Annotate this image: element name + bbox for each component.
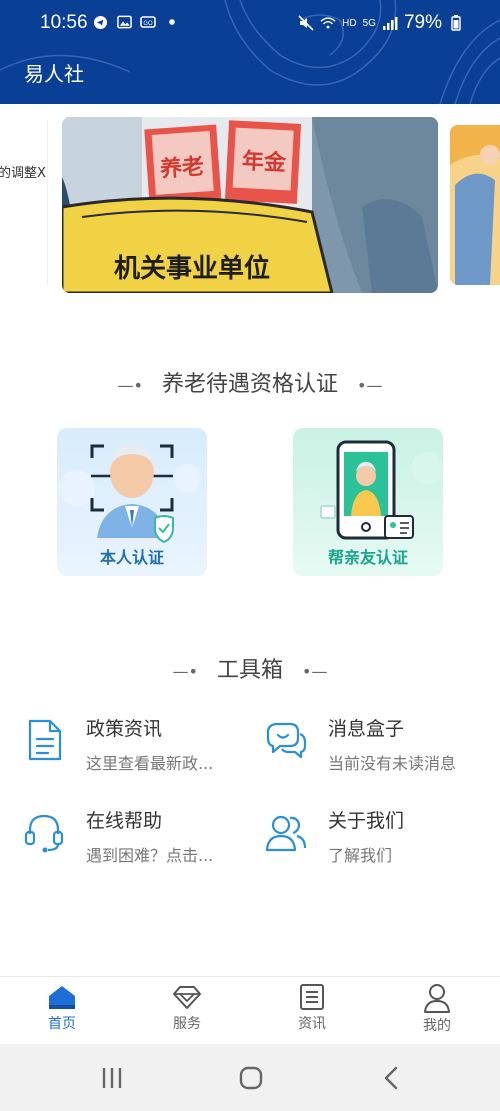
- banner-illustration: 养老 年金 机关事业单位: [62, 117, 438, 293]
- dot-icon: [164, 14, 180, 30]
- signal-type-label: 5G: [362, 17, 376, 29]
- nav-mine-label: 我的: [423, 1018, 451, 1034]
- svg-text:GO: GO: [143, 21, 153, 27]
- tool-message-box-title: 消息盒子: [328, 718, 405, 740]
- nav-item-home[interactable]: 首页: [22, 983, 102, 1043]
- nav-news-label: 资讯: [298, 1016, 326, 1032]
- tool-online-help[interactable]: 在线帮助 遇到困难？点击...: [22, 806, 252, 870]
- nav-home-label: 首页: [48, 1016, 76, 1032]
- battery-percent: 79%: [403, 12, 442, 33]
- banner-previous-slide[interactable]: 的调整X: [0, 120, 48, 286]
- banner-caption: 机关事业单位: [114, 253, 270, 284]
- banner-previous-text: 的调整X: [0, 166, 46, 181]
- banner-next-slide[interactable]: [450, 125, 500, 285]
- app-title: 易人社: [24, 62, 84, 86]
- tool-policy-news-title: 政策资讯: [86, 718, 163, 740]
- title-left-decoration: —•: [117, 375, 143, 395]
- diamond-icon: [173, 986, 201, 1009]
- list-icon: [300, 984, 324, 1010]
- toolbox-section-title: —• 工具箱 •—: [0, 652, 500, 684]
- certification-section-title: —• 养老待遇资格认证 •—: [0, 366, 500, 398]
- family-certification-card[interactable]: 帮亲友认证: [293, 428, 443, 576]
- network-type-label: HD: [342, 17, 357, 29]
- telegram-icon: [92, 14, 108, 30]
- battery-icon: [448, 15, 464, 31]
- nav-services-label: 服务: [173, 1016, 201, 1032]
- status-system-icons: HD 5G 79%: [298, 12, 464, 34]
- headset-icon: [24, 814, 64, 853]
- nav-item-services[interactable]: 服务: [147, 983, 227, 1043]
- title-right-decoration: •—: [302, 661, 328, 681]
- certification-title-text: 养老待遇资格认证: [161, 372, 338, 397]
- banner-badge-1: 养老: [158, 153, 205, 182]
- title-right-decoration: •—: [357, 375, 383, 395]
- document-icon: [28, 719, 62, 761]
- image-icon: [116, 14, 132, 30]
- chat-bubbles-icon: [266, 722, 307, 759]
- banner-current-slide[interactable]: 养老 年金 机关事业单位: [62, 117, 438, 293]
- tool-about-us-title: 关于我们: [328, 810, 405, 832]
- vr-icon: GO: [140, 14, 156, 30]
- family-certification-label: 帮亲友认证: [327, 548, 408, 567]
- self-certification-card[interactable]: 本人认证: [57, 428, 207, 576]
- mute-icon: [298, 15, 314, 31]
- status-bar: 10:56 GO HD 5G 79%: [0, 6, 500, 40]
- back-icon[interactable]: [377, 1064, 407, 1092]
- toolbox-title-text: 工具箱: [216, 658, 283, 683]
- home-icon: [49, 986, 75, 1009]
- phone-face-icon: [294, 440, 443, 540]
- tool-policy-news[interactable]: 政策资讯 这里查看最新政...: [22, 714, 252, 778]
- signal-icon: [382, 15, 398, 31]
- tool-about-us-subtitle: 了解我们: [328, 846, 393, 865]
- banner-next-illustration: [450, 125, 500, 285]
- people-icon: [265, 815, 307, 852]
- self-certification-label: 本人认证: [99, 548, 164, 567]
- wifi-icon: [320, 15, 336, 31]
- banner-badge-2: 年金: [241, 148, 287, 176]
- user-icon: [424, 984, 450, 1013]
- tool-message-box[interactable]: 消息盒子 当前没有未读消息: [264, 714, 494, 778]
- tool-about-us[interactable]: 关于我们 了解我们: [264, 806, 494, 870]
- system-navigation-bar: [0, 1044, 500, 1111]
- nav-item-mine[interactable]: 我的: [397, 983, 477, 1043]
- tool-policy-news-subtitle: 这里查看最新政...: [86, 754, 214, 773]
- recent-apps-icon[interactable]: [97, 1064, 127, 1092]
- app-header: 10:56 GO HD 5G 79% 易人社: [0, 0, 500, 104]
- tool-online-help-subtitle: 遇到困难？点击...: [86, 846, 214, 865]
- tool-online-help-title: 在线帮助: [86, 810, 163, 832]
- nav-item-news[interactable]: 资讯: [272, 983, 352, 1043]
- face-scan-icon: [59, 444, 201, 544]
- home-button-icon[interactable]: [236, 1064, 266, 1092]
- title-left-decoration: —•: [172, 661, 198, 681]
- tool-message-box-subtitle: 当前没有未读消息: [328, 754, 457, 773]
- status-time: 10:56: [40, 12, 88, 33]
- status-notification-icons: GO: [92, 14, 180, 30]
- bottom-navigation: 首页 服务 资讯 我的: [0, 976, 500, 1044]
